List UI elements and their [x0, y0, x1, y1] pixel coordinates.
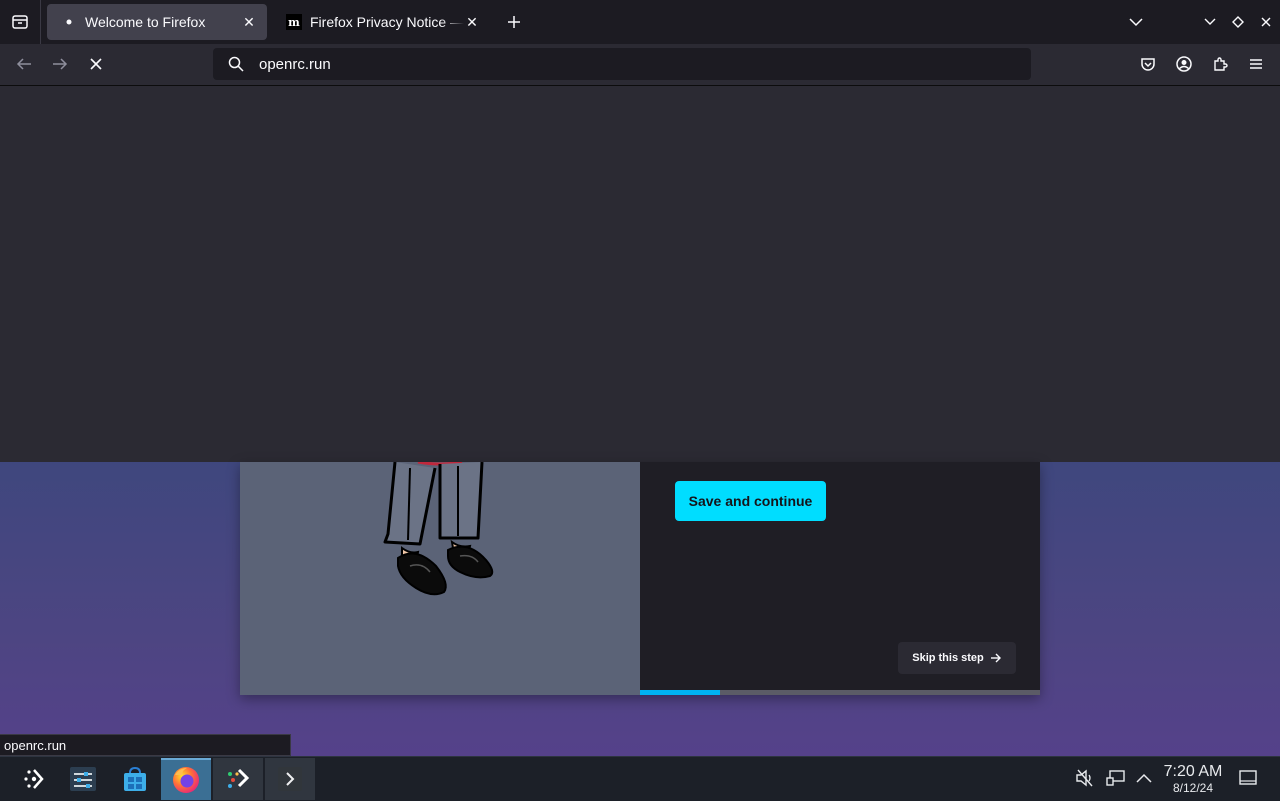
url-bar[interactable]: openrc.run — [213, 48, 1031, 80]
firefox-taskbar-button[interactable] — [161, 758, 211, 800]
account-icon — [1176, 56, 1192, 72]
hamburger-menu-icon — [1250, 59, 1262, 69]
application-launcher-button[interactable] — [8, 758, 58, 800]
extensions-button[interactable] — [1208, 52, 1232, 76]
illustration-panel — [240, 462, 640, 695]
system-settings-icon — [70, 767, 96, 791]
page-unrendered-area — [0, 86, 1280, 462]
stop-loading-button[interactable] — [84, 52, 108, 76]
app-menu-button[interactable] — [1244, 52, 1268, 76]
puzzle-piece-icon — [1214, 57, 1228, 71]
system-settings-button[interactable] — [58, 758, 108, 800]
sticker-app-button[interactable] — [213, 758, 263, 800]
close-icon — [90, 58, 102, 70]
pocket-button[interactable] — [1136, 52, 1160, 76]
firefox-view-icon — [12, 15, 28, 29]
navigation-toolbar: openrc.run — [0, 44, 1280, 86]
mozilla-m-icon: m — [286, 14, 302, 30]
onboarding-progress-bar — [640, 690, 1040, 695]
show-hidden-icons-button[interactable] — [1133, 767, 1155, 789]
back-button[interactable] — [12, 52, 36, 76]
close-tab-icon[interactable]: ✕ — [241, 14, 257, 30]
list-all-tabs-button[interactable] — [1124, 10, 1148, 34]
chevron-down-icon — [1204, 18, 1216, 25]
network-button[interactable] — [1105, 767, 1127, 789]
tab-strip: Welcome to Firefox ✕ m Firefox Privacy N… — [0, 0, 1280, 44]
tab-welcome[interactable]: Welcome to Firefox ✕ — [47, 4, 267, 40]
maximize-button[interactable] — [1228, 12, 1248, 32]
search-icon — [226, 54, 246, 74]
save-and-continue-button[interactable]: Save and continue — [675, 481, 826, 521]
chevron-down-icon — [1129, 18, 1143, 27]
person-illustration — [383, 462, 494, 596]
terminal-button[interactable] — [265, 758, 315, 800]
new-tab-button[interactable] — [502, 10, 526, 34]
discover-store-button[interactable] — [110, 758, 160, 800]
dot-icon — [61, 14, 77, 30]
tab-title: Firefox Privacy Notice — M — [310, 14, 464, 30]
minimize-button[interactable] — [1200, 12, 1220, 32]
arrow-right-icon — [990, 653, 1001, 663]
close-icon — [1261, 17, 1271, 27]
content-panel: Save and continue Skip this step — [640, 462, 1040, 695]
digital-clock[interactable]: 7:20 AM 8/12/24 — [1160, 763, 1226, 795]
application-launcher-icon — [24, 769, 44, 789]
pocket-icon — [1141, 57, 1155, 71]
tab-privacy-notice[interactable]: m Firefox Privacy Notice — M ✕ — [272, 4, 490, 40]
close-window-button[interactable] — [1256, 12, 1276, 32]
firefox-icon — [173, 767, 199, 793]
show-desktop-button[interactable] — [1237, 767, 1259, 789]
svg-text:m: m — [288, 16, 300, 29]
chevron-up-icon — [1136, 773, 1152, 783]
discover-store-icon — [124, 766, 146, 791]
arrow-right-icon — [53, 58, 68, 70]
clock-date: 8/12/24 — [1172, 781, 1214, 795]
close-tab-icon[interactable]: ✕ — [464, 14, 480, 30]
network-wired-icon — [1106, 770, 1125, 786]
skip-step-button[interactable]: Skip this step — [898, 642, 1016, 674]
forward-button[interactable] — [48, 52, 72, 76]
desktop-icon — [1239, 770, 1257, 785]
firefox-view-button[interactable] — [0, 0, 41, 44]
progress-fill — [640, 690, 720, 695]
onboarding-card: Save and continue Skip this step — [240, 462, 1040, 695]
plus-icon — [508, 16, 520, 28]
link-status-panel: openrc.run — [0, 734, 291, 756]
clock-time: 7:20 AM — [1163, 763, 1223, 780]
arrow-left-icon — [16, 58, 31, 70]
diamond-icon — [1232, 16, 1244, 28]
volume-muted-button[interactable] — [1074, 767, 1096, 789]
taskbar: 7:20 AM 8/12/24 — [0, 756, 1280, 801]
sticker-app-icon — [228, 768, 250, 788]
url-text[interactable]: openrc.run — [259, 56, 331, 73]
volume-muted-icon — [1076, 769, 1093, 787]
skip-step-label: Skip this step — [912, 652, 984, 664]
terminal-icon — [278, 767, 302, 791]
account-button[interactable] — [1172, 52, 1196, 76]
tab-title: Welcome to Firefox — [85, 14, 206, 30]
